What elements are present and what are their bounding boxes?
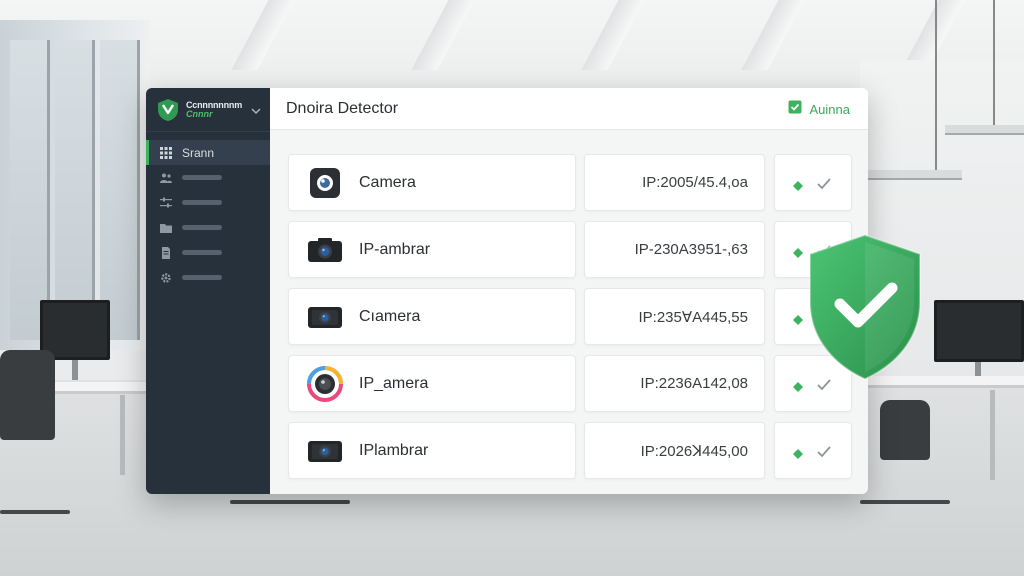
device-ip-cell: IP:2236A142,08 xyxy=(584,355,765,412)
document-icon xyxy=(160,246,172,259)
table-row[interactable]: IP_amera IP:2236A142,08 xyxy=(288,355,854,412)
main-panel: Dnoira Detector Auinna Camera IP:2005/45… xyxy=(270,88,868,494)
device-name: IP-ambrar xyxy=(359,240,431,258)
device-ip: IP-230A3951-,63 xyxy=(634,241,748,258)
topbar: Dnoira Detector Auinna xyxy=(270,88,868,130)
sidebar-item-users[interactable] xyxy=(146,165,270,190)
shield-logo-icon xyxy=(156,98,180,122)
brand-name-line2: Cnnnr xyxy=(186,108,213,119)
table-row[interactable]: Cıamera IP:235ⱯA445,55 xyxy=(288,288,854,345)
device-name-cell[interactable]: IPlambrar xyxy=(288,422,576,479)
status-diamond-icon xyxy=(793,312,803,325)
lamp-cord xyxy=(935,0,937,170)
camera-icon xyxy=(307,437,343,465)
office-chair xyxy=(0,350,55,440)
camera-icon xyxy=(307,303,343,331)
shield-check-icon xyxy=(806,232,924,382)
status-diamond-icon xyxy=(793,178,803,191)
checkmark-icon xyxy=(817,445,831,457)
sidebar-item-dashboard[interactable]: Srann xyxy=(146,140,270,165)
table-row[interactable]: IP-ambrar IP-230A3951-,63 xyxy=(288,221,854,278)
chair-base xyxy=(0,510,70,514)
sidebar-item-placeholder xyxy=(182,275,222,280)
monitor xyxy=(934,300,1024,362)
table-row[interactable]: IPlambrar IP:2026ꓘ445,00 xyxy=(288,422,854,479)
device-list: Camera IP:2005/45.4,oa IP-ambrar IP-230A… xyxy=(288,154,854,489)
monitor-stand xyxy=(975,362,981,376)
camera-icon xyxy=(307,236,343,264)
users-icon xyxy=(160,172,172,184)
user-name: Auinna xyxy=(809,101,850,117)
device-ip-cell: IP-230A3951-,63 xyxy=(584,221,765,278)
grid-icon xyxy=(160,146,172,159)
office-chair xyxy=(880,400,930,460)
check-square-icon xyxy=(788,100,802,119)
device-name-cell[interactable]: Cıamera xyxy=(288,288,576,345)
device-status-cell[interactable] xyxy=(774,422,852,479)
device-name: Camera xyxy=(359,173,416,191)
device-name: IP_amera xyxy=(359,374,429,392)
sidebar-item-label: Srann xyxy=(182,145,215,160)
device-name: Cıamera xyxy=(359,307,421,325)
window-pane xyxy=(10,40,50,340)
app-window: Ccnnnnnnnm Cnnnr Srann Dnoira Detector A… xyxy=(146,88,868,494)
device-ip-cell: IP:235ⱯA445,55 xyxy=(584,288,765,345)
device-name-cell[interactable]: IP-ambrar xyxy=(288,221,576,278)
device-name-cell[interactable]: Camera xyxy=(288,154,576,211)
device-ip: IP:2005/45.4,oa xyxy=(642,174,748,191)
status-diamond-icon xyxy=(793,245,803,258)
device-name: IPlambrar xyxy=(359,441,429,459)
chair-base xyxy=(230,500,350,504)
desk-leg xyxy=(990,390,995,480)
ceiling-lamp xyxy=(868,170,962,180)
sidebar-item-reports[interactable] xyxy=(146,240,270,265)
sidebar-item-settings[interactable] xyxy=(146,265,270,290)
device-ip: IP:2236A142,08 xyxy=(640,375,748,392)
desk-leg xyxy=(120,395,125,475)
lamp-cord xyxy=(993,0,995,125)
chair-base xyxy=(860,500,950,504)
camera-circle-icon xyxy=(307,167,343,198)
monitor-stand xyxy=(72,360,78,380)
sidebar-item-files[interactable] xyxy=(146,215,270,240)
sidebar-item-placeholder xyxy=(182,250,222,255)
device-ip-cell: IP:2026ꓘ445,00 xyxy=(584,422,765,479)
device-name-cell[interactable]: IP_amera xyxy=(288,355,576,412)
device-ip: IP:2026ꓘ445,00 xyxy=(640,442,748,460)
sidebar-item-settings-sliders[interactable] xyxy=(146,190,270,215)
window-pane xyxy=(100,40,140,340)
status-diamond-icon xyxy=(793,446,803,459)
status-diamond-icon xyxy=(793,379,803,392)
sidebar-item-placeholder xyxy=(182,200,222,205)
gear-icon xyxy=(160,272,172,284)
sidebar: Ccnnnnnnnm Cnnnr Srann xyxy=(146,88,270,494)
window-pane xyxy=(55,40,95,340)
chevron-down-icon[interactable] xyxy=(250,104,262,116)
ceiling-lamp xyxy=(945,125,1024,135)
page-title: Dnoira Detector xyxy=(286,99,399,117)
brand[interactable]: Ccnnnnnnnm Cnnnr xyxy=(146,88,270,132)
user-menu[interactable]: Auinna xyxy=(788,88,850,130)
camera-color-icon xyxy=(307,365,343,402)
device-status-cell[interactable] xyxy=(774,154,852,211)
sidebar-item-placeholder xyxy=(182,175,222,180)
checkmark-icon xyxy=(817,177,831,189)
table-row[interactable]: Camera IP:2005/45.4,oa xyxy=(288,154,854,211)
device-ip: IP:235ⱯA445,55 xyxy=(638,308,748,326)
folder-icon xyxy=(160,222,172,234)
brand-name: Ccnnnnnnnm Cnnnr xyxy=(186,100,242,119)
sidebar-item-placeholder xyxy=(182,225,222,230)
sliders-icon xyxy=(160,197,172,209)
device-ip-cell: IP:2005/45.4,oa xyxy=(584,154,765,211)
sidebar-nav: Srann xyxy=(146,140,270,290)
